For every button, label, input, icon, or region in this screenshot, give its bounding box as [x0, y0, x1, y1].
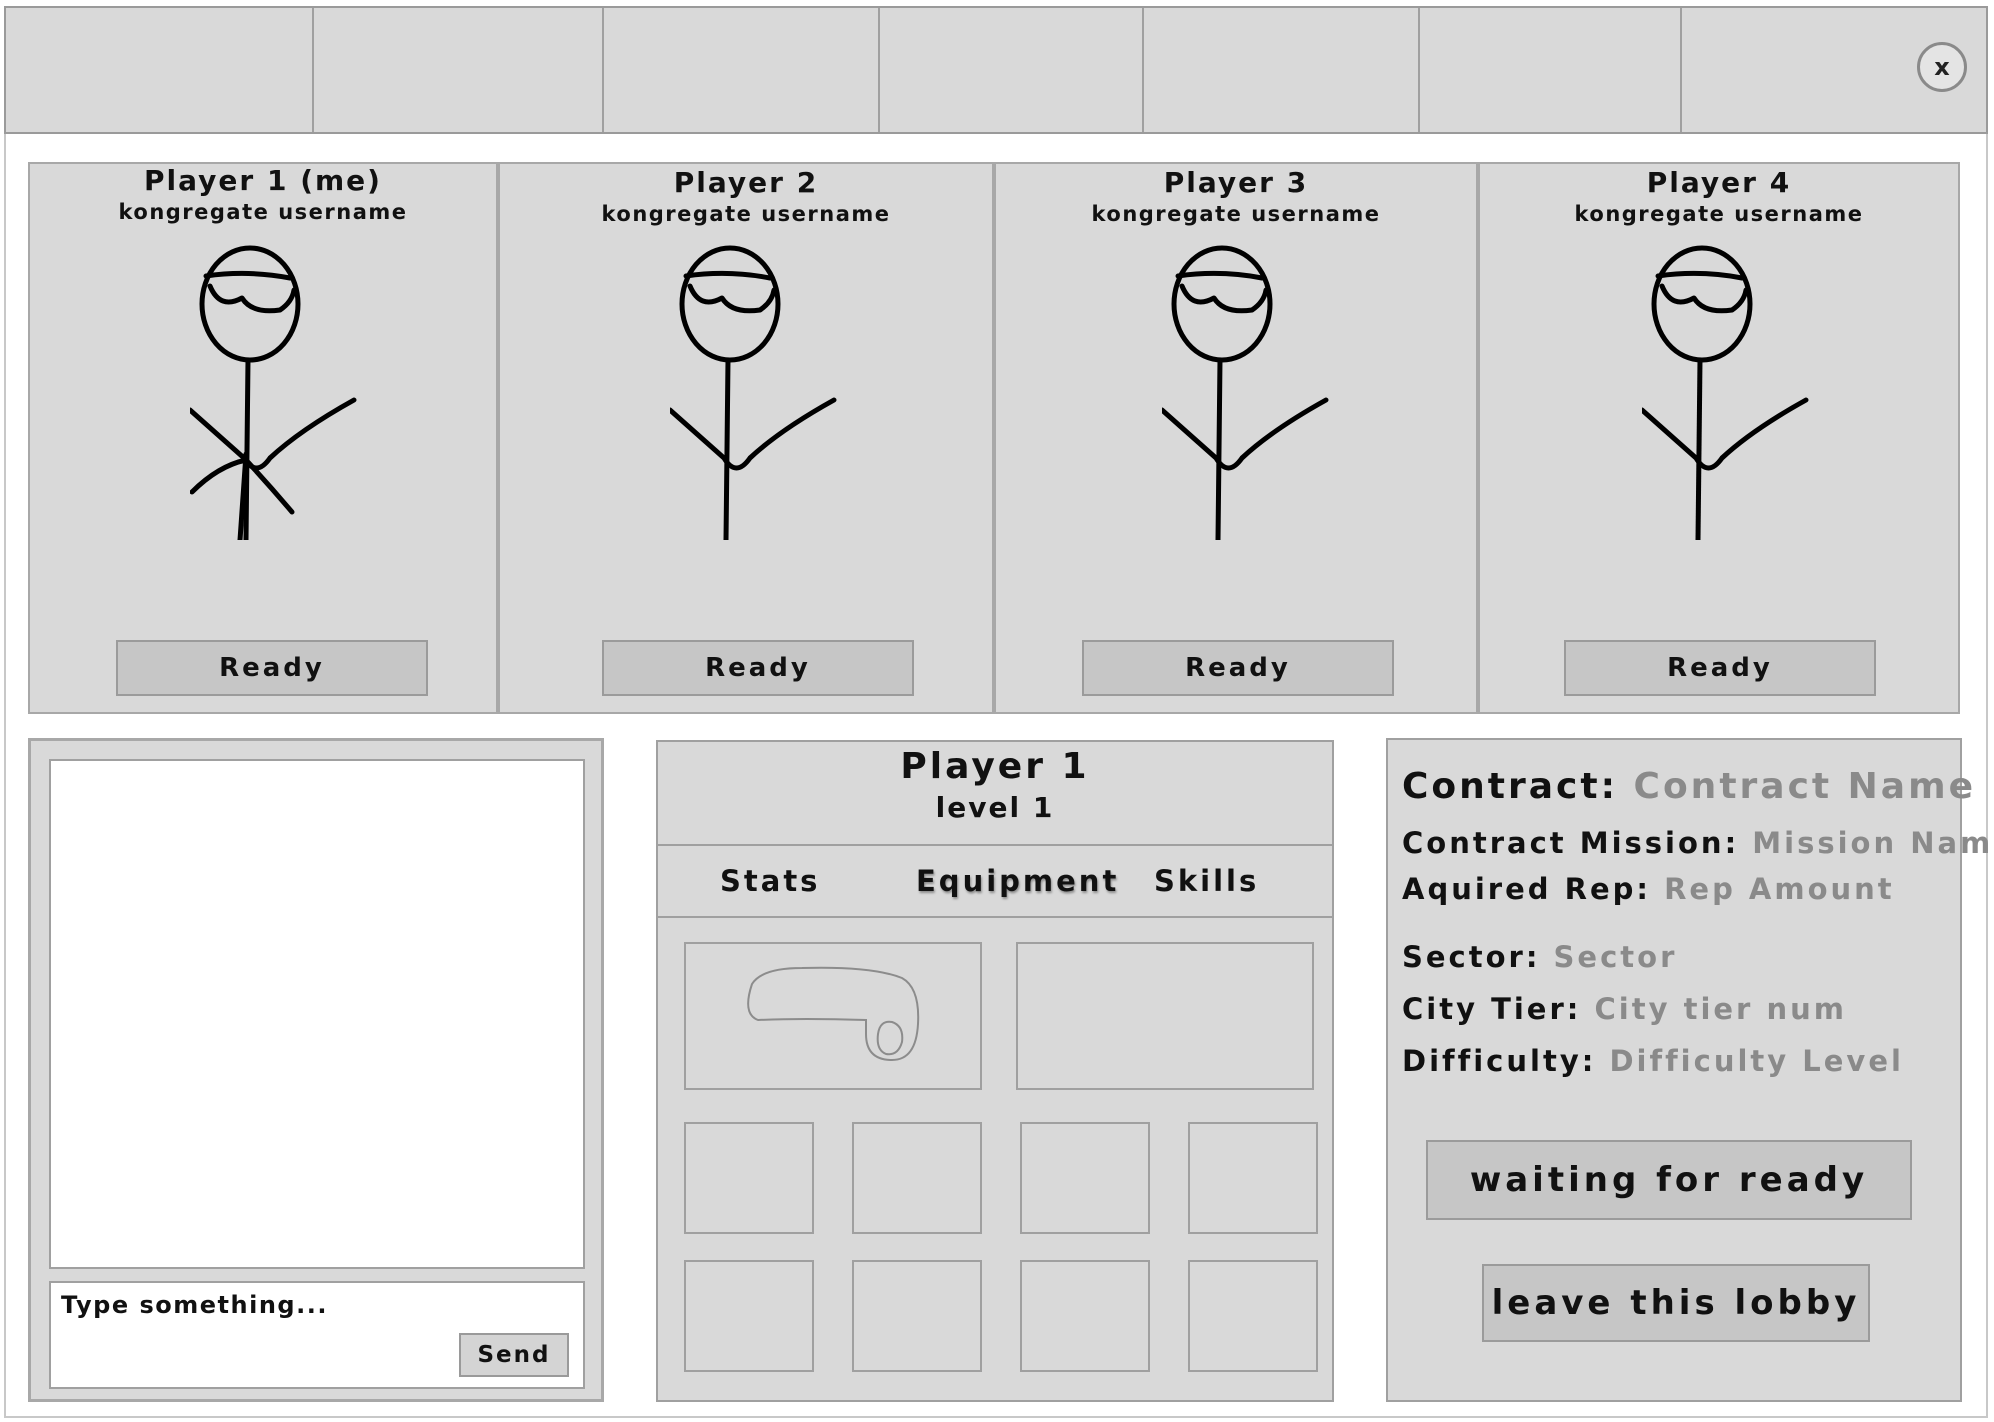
- character-name: Player 1: [900, 746, 1090, 787]
- inventory-slot[interactable]: [852, 1260, 982, 1372]
- player-username: kongregate username: [118, 200, 408, 224]
- player-card-3: Player 3 kongregate username Ready: [994, 162, 1478, 714]
- chat-panel: Type something... Send: [28, 738, 604, 1402]
- stick-figure-avatar-icon: [1162, 245, 1329, 540]
- inventory-slot[interactable]: [1020, 1260, 1150, 1372]
- rep-label: Aquired Rep:: [1402, 872, 1651, 906]
- city-tier-value: City tier num: [1594, 992, 1847, 1026]
- mission-label: Contract Mission:: [1402, 826, 1740, 860]
- top-tab-3[interactable]: [604, 8, 880, 132]
- player-name: Player 1 (me): [144, 164, 382, 197]
- character-panel: Player 1 level 1 Stats Equipment Skills: [656, 740, 1334, 1402]
- character-header: Player 1 level 1: [658, 742, 1332, 846]
- chat-log[interactable]: [49, 759, 585, 1269]
- tab-equipment[interactable]: Equipment: [916, 864, 1119, 898]
- character-level: level 1: [935, 791, 1055, 824]
- top-tab-2[interactable]: [314, 8, 604, 132]
- top-tab-5[interactable]: [1144, 8, 1420, 132]
- equipment-slot-weapon[interactable]: [684, 942, 982, 1090]
- tab-skills[interactable]: Skills: [1154, 864, 1259, 898]
- inventory-slot[interactable]: [852, 1122, 982, 1234]
- player-name: Player 4: [1646, 166, 1792, 199]
- player-name: Player 3: [1163, 166, 1309, 199]
- ready-button[interactable]: Ready: [1082, 640, 1394, 696]
- send-button[interactable]: Send: [459, 1333, 569, 1377]
- top-tab-6[interactable]: [1420, 8, 1682, 132]
- chat-input-placeholder: Type something...: [61, 1291, 328, 1319]
- glove-icon: [747, 966, 920, 1062]
- city-tier-label: City Tier:: [1402, 992, 1582, 1026]
- mission-row: Contract Mission: Mission Name: [1402, 826, 1994, 860]
- top-tab-1[interactable]: [6, 8, 314, 132]
- ready-button[interactable]: Ready: [116, 640, 428, 696]
- close-icon: x: [1934, 53, 1950, 81]
- rep-row: Aquired Rep: Rep Amount: [1402, 872, 1895, 906]
- top-tab-bar: [4, 6, 1988, 134]
- inventory-slot[interactable]: [684, 1260, 814, 1372]
- player-name: Player 2: [673, 166, 819, 199]
- ready-button[interactable]: Ready: [602, 640, 914, 696]
- player-card-1: Player 1 (me) kongregate username Ready: [28, 162, 498, 714]
- equipment-slot-offhand[interactable]: [1016, 942, 1314, 1090]
- contract-info-panel: Contract: Contract Name Contract Mission…: [1386, 738, 1994, 1402]
- city-tier-row: City Tier: City tier num: [1402, 992, 1847, 1026]
- difficulty-row: Difficulty: Difficulty Level: [1402, 1044, 1904, 1078]
- difficulty-value: Difficulty Level: [1609, 1044, 1904, 1078]
- inventory-slot[interactable]: [1020, 1122, 1150, 1234]
- contract-label: Contract:: [1402, 766, 1618, 807]
- difficulty-label: Difficulty:: [1402, 1044, 1597, 1078]
- rep-value: Rep Amount: [1664, 872, 1895, 906]
- inventory-slot[interactable]: [684, 1122, 814, 1234]
- sector-label: Sector:: [1402, 940, 1541, 974]
- stick-figure-avatar-icon: [1642, 245, 1809, 540]
- player-card-2: Player 2 kongregate username Ready: [498, 162, 994, 714]
- player-card-4: Player 4 kongregate username Ready: [1478, 162, 1960, 714]
- stick-figure-avatar-icon: [190, 245, 357, 540]
- mission-value: Mission Name: [1752, 826, 1994, 860]
- player-username: kongregate username: [1574, 202, 1864, 226]
- close-button[interactable]: x: [1917, 42, 1967, 92]
- inventory-slot[interactable]: [1188, 1260, 1318, 1372]
- player-username: kongregate username: [1091, 202, 1381, 226]
- ready-button[interactable]: Ready: [1564, 640, 1876, 696]
- leave-lobby-button[interactable]: leave this lobby: [1482, 1264, 1870, 1342]
- stick-figure-avatar-icon: [670, 245, 837, 540]
- sector-row: Sector: Sector: [1402, 940, 1677, 974]
- contract-value: Contract Name: [1633, 766, 1976, 807]
- tab-stats[interactable]: Stats: [720, 864, 820, 898]
- character-tabs: Stats Equipment Skills: [658, 846, 1332, 918]
- sector-value: Sector: [1553, 940, 1678, 974]
- top-tab-4[interactable]: [880, 8, 1144, 132]
- waiting-for-ready-button[interactable]: waiting for ready: [1426, 1140, 1912, 1220]
- chat-input-field[interactable]: Type something... Send: [49, 1281, 585, 1389]
- player-username: kongregate username: [601, 202, 891, 226]
- inventory-slot[interactable]: [1188, 1122, 1318, 1234]
- contract-row: Contract: Contract Name: [1402, 766, 1976, 807]
